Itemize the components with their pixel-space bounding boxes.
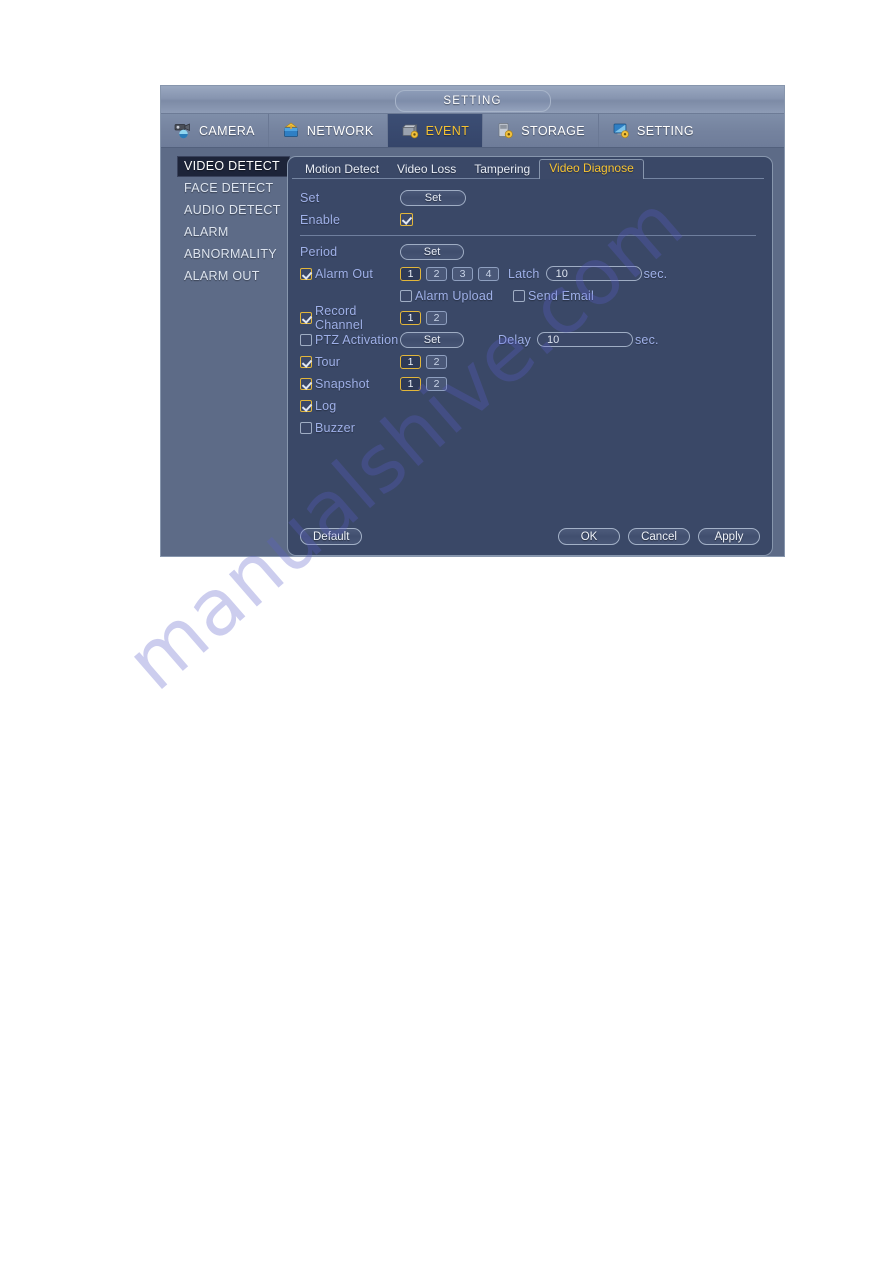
latch-unit: sec. [643,266,668,281]
sidebar-item-audio-detect[interactable]: AUDIO DETECT [177,200,287,221]
setting-icon [612,122,631,139]
dialog-body: VIDEO DETECT FACE DETECT AUDIO DETECT AL… [161,148,784,556]
page-title: SETTING [443,95,502,107]
row-snapshot: Snapshot 1 2 [300,373,772,394]
period-label: Period [300,244,338,259]
sidebar-item-alarm[interactable]: ALARM [177,222,287,243]
section-divider [300,235,756,236]
tab-motion-detect[interactable]: Motion Detect [296,160,388,179]
sidebar-item-abnormality[interactable]: ABNORMALITY [177,244,287,265]
tour-label: Tour [315,354,341,369]
alarm-out-checkbox[interactable] [300,267,312,280]
alarm-out-channel-2[interactable]: 2 [426,266,447,281]
delay-label: Delay [498,332,531,347]
nav-tab-camera[interactable]: CAMERA [161,114,269,147]
ok-button[interactable]: OK [558,528,620,545]
dialog-title-pill: SETTING [394,90,551,112]
enable-label: Enable [300,212,341,227]
nav-tab-storage[interactable]: STORAGE [483,114,599,147]
tour-channel-2[interactable]: 2 [426,354,447,369]
row-period: Period Set [300,241,772,262]
dialog-titlebar: SETTING [161,86,784,114]
cancel-button[interactable]: Cancel [628,528,690,545]
send-email-label: Send Email [528,288,594,303]
nav-tab-setting-label: SETTING [636,123,694,138]
ptz-activation-label: PTZ Activation [315,332,399,347]
record-channel-2[interactable]: 2 [426,310,447,325]
apply-button[interactable]: Apply [698,528,760,545]
top-navigation: CAMERA NETWORK EVENT STORAGE SETTING [161,114,784,148]
alarm-upload-checkbox[interactable] [400,289,412,302]
footer-buttons: Default OK Cancel Apply [288,528,772,545]
row-buzzer: Buzzer [300,417,772,438]
tour-channel-1[interactable]: 1 [400,354,421,369]
row-tour: Tour 1 2 [300,351,772,372]
row-enable: Enable [300,209,772,230]
row-ptz-activation: PTZ Activation Set Delay 10 sec. [300,329,772,350]
row-record-channel: Record Channel 1 2 [300,304,772,332]
buzzer-checkbox[interactable] [300,421,312,434]
row-alarm-out: Alarm Out 1 2 3 4 Latch 10 sec. [300,263,772,284]
sidebar-item-alarm-out[interactable]: ALARM OUT [177,266,287,287]
video-diagnose-form: Set Set Enable Period Set Alarm Out 1 2 … [288,179,772,438]
buzzer-label: Buzzer [315,420,356,435]
log-label: Log [315,398,337,413]
nav-tab-network-label: NETWORK [306,123,374,138]
enable-checkbox[interactable] [400,213,413,226]
record-channel-1[interactable]: 1 [400,310,421,325]
delay-input[interactable]: 10 [536,332,633,347]
tab-tampering[interactable]: Tampering [465,160,539,179]
network-icon [282,122,301,139]
ptz-activation-checkbox[interactable] [300,333,312,346]
nav-tab-event[interactable]: EVENT [387,114,484,147]
nav-tab-camera-label: CAMERA [199,123,255,138]
log-checkbox[interactable] [300,399,312,412]
camera-icon [174,122,193,139]
nav-tab-network[interactable]: NETWORK [269,114,388,147]
tab-video-loss[interactable]: Video Loss [388,160,465,179]
latch-label: Latch [508,266,540,281]
storage-icon [496,122,515,139]
tab-bar: Motion Detect Video Loss Tampering Video… [288,157,772,179]
setting-dialog: SETTING CAMERA NETWORK EVENT STORAGE SET… [160,85,785,557]
record-channel-label: Record Channel [315,303,363,332]
alarm-upload-label: Alarm Upload [415,288,494,303]
tab-video-diagnose[interactable]: Video Diagnose [539,159,644,179]
nav-tab-event-label: EVENT [425,123,470,138]
sidebar: VIDEO DETECT FACE DETECT AUDIO DETECT AL… [161,148,290,556]
sidebar-item-video-detect[interactable]: VIDEO DETECT [177,156,290,177]
set-label: Set [300,190,320,205]
send-email-checkbox[interactable] [513,289,525,302]
nav-tab-setting[interactable]: SETTING [599,114,707,147]
latch-input[interactable]: 10 [545,266,642,281]
period-set-button[interactable]: Set [400,243,464,260]
snapshot-label: Snapshot [315,376,370,391]
row-log: Log [300,395,772,416]
tour-checkbox[interactable] [300,355,312,368]
content-panel: Motion Detect Video Loss Tampering Video… [287,156,773,556]
event-icon [401,122,420,139]
alarm-out-channel-4[interactable]: 4 [478,266,499,281]
snapshot-channel-1[interactable]: 1 [400,376,421,391]
sidebar-item-face-detect[interactable]: FACE DETECT [177,178,287,199]
default-button[interactable]: Default [300,528,363,545]
record-channel-checkbox[interactable] [300,311,312,324]
delay-unit: sec. [634,332,659,347]
alarm-out-channel-1[interactable]: 1 [400,266,421,281]
ptz-set-button[interactable]: Set [400,331,464,348]
row-set: Set Set [300,187,772,208]
alarm-out-label: Alarm Out [315,266,374,281]
snapshot-channel-2[interactable]: 2 [426,376,447,391]
set-button[interactable]: Set [400,189,466,206]
nav-tab-storage-label: STORAGE [521,123,585,138]
snapshot-checkbox[interactable] [300,377,312,390]
alarm-out-channel-3[interactable]: 3 [452,266,473,281]
